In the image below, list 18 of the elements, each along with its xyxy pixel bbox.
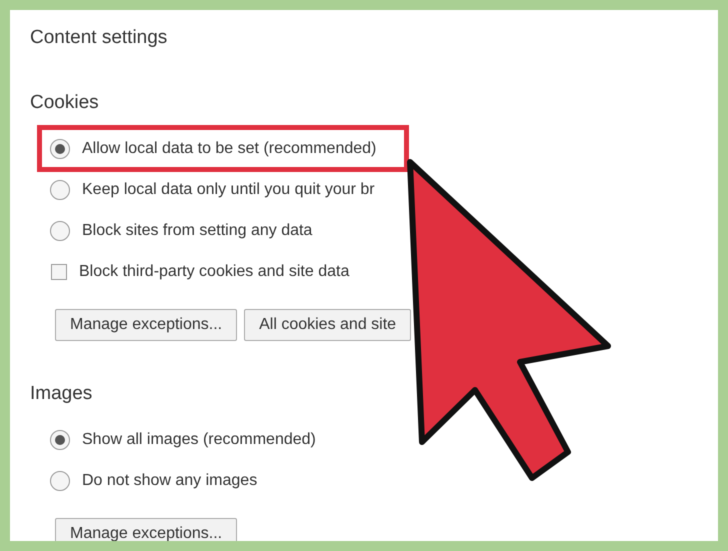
radio-button[interactable] bbox=[50, 220, 70, 240]
checkbox-label: Block third-party cookies and site data bbox=[79, 262, 350, 282]
section-heading: Cookies bbox=[30, 91, 100, 115]
radio-label: Do not show any images bbox=[82, 470, 258, 490]
section-heading: Images bbox=[30, 382, 94, 406]
radio-label: Keep local data only until you quit your br bbox=[82, 180, 375, 200]
manage-button[interactable]: Manage exceptions... bbox=[55, 518, 238, 541]
radio-label: Show all images (recommended) bbox=[82, 430, 316, 450]
radio-label: Block sites from setting any data bbox=[82, 220, 312, 240]
checkbox[interactable] bbox=[51, 264, 67, 280]
radio-button[interactable] bbox=[50, 138, 70, 158]
radio-label: Allow local data to be set (recommended) bbox=[82, 138, 376, 158]
radio-button[interactable] bbox=[50, 470, 70, 490]
radio-button[interactable] bbox=[50, 180, 70, 200]
manage-button[interactable]: Manage exceptions... bbox=[55, 309, 238, 341]
radio-button[interactable] bbox=[50, 430, 70, 450]
page-title: Content settings bbox=[30, 26, 168, 50]
manage-button[interactable]: All cookies and site bbox=[244, 309, 412, 341]
